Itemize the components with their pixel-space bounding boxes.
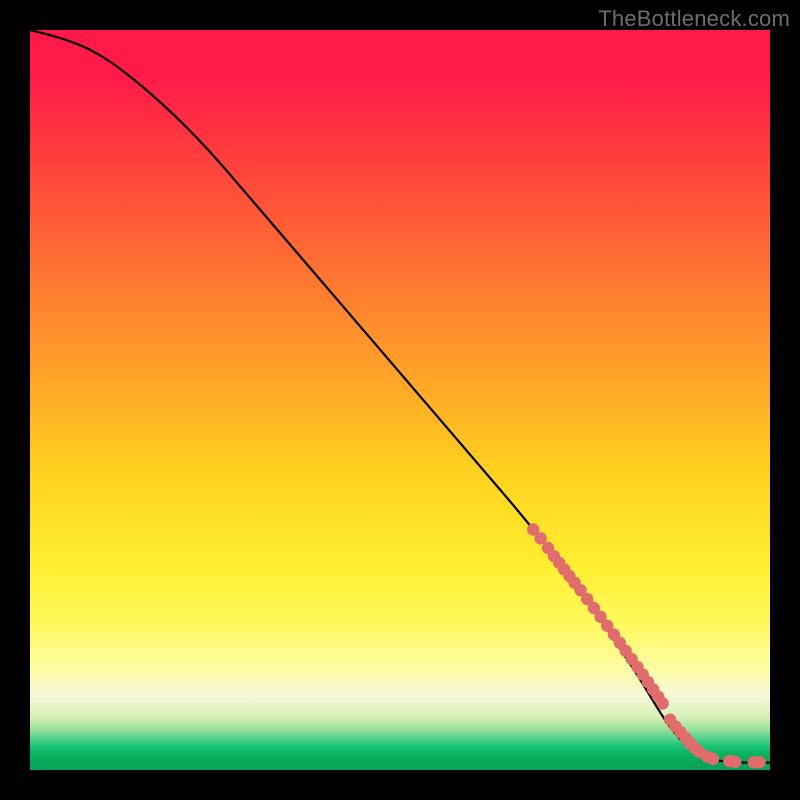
watermark-text: TheBottleneck.com [598, 6, 790, 32]
highlight-dots-tail [664, 713, 766, 768]
highlight-dot [729, 756, 741, 768]
chart-stage: TheBottleneck.com [0, 0, 800, 800]
highlight-dot [657, 697, 669, 709]
plot-area [30, 30, 770, 770]
highlight-dot [753, 756, 765, 768]
curve-path [30, 30, 770, 763]
highlight-dot [707, 753, 719, 765]
chart-overlay-svg [30, 30, 770, 770]
curve-line [30, 30, 770, 763]
highlight-dots-lower [527, 523, 669, 709]
